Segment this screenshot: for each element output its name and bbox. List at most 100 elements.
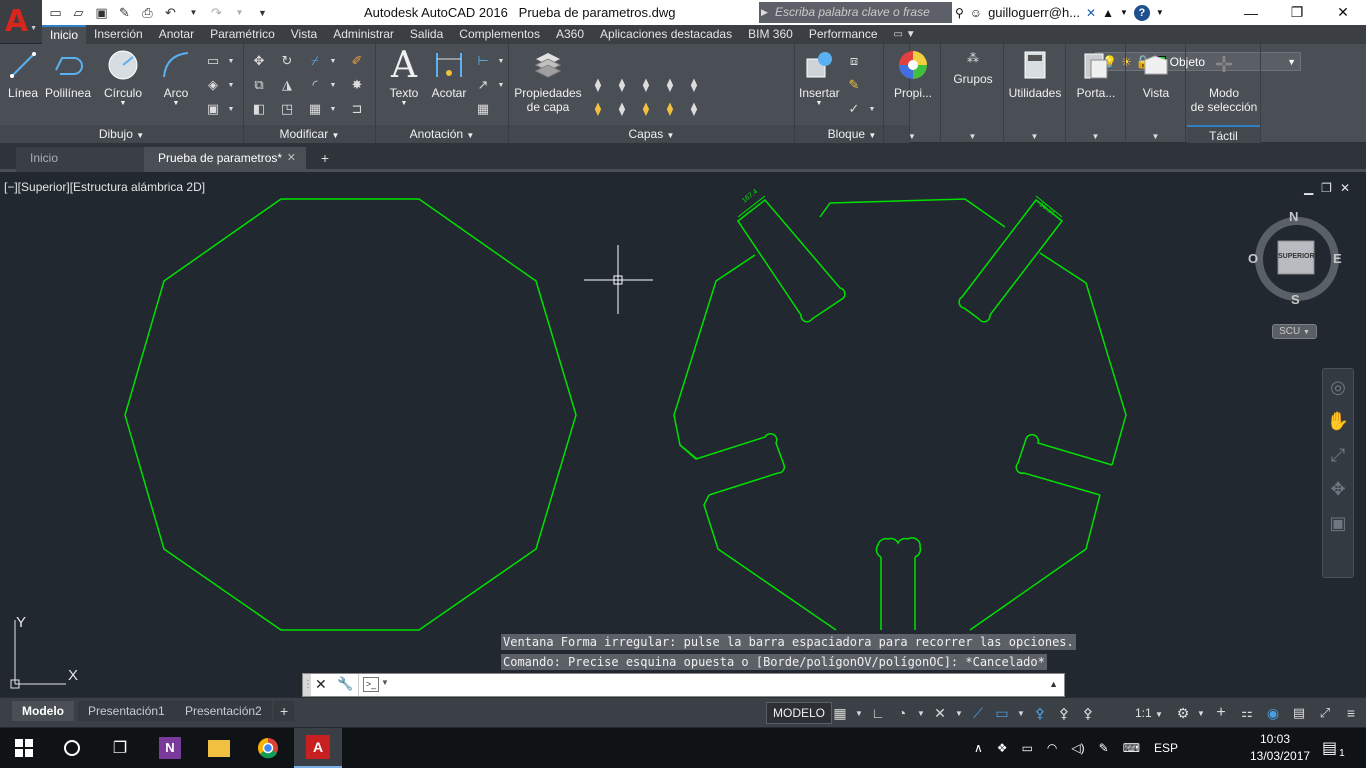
region-dropdown-icon[interactable]: ▼ [222,100,240,118]
recent-commands-dropdown-icon[interactable]: ▼ [381,678,389,687]
tab-complementos[interactable]: Complementos [451,25,548,44]
drawing-canvas[interactable] [0,175,1366,697]
layer-tool-1-icon[interactable]: ⧫ [589,76,607,94]
panel-label-modificar[interactable]: Modificar ▼ [244,125,375,143]
pen-icon[interactable]: ✎ [1099,741,1109,755]
new-tab-button[interactable]: + [314,147,336,172]
layer-tool-4-icon[interactable]: ⧫ [661,76,679,94]
help-dropdown-icon[interactable]: ▼ [1156,8,1164,17]
viewcube-north[interactable]: N [1289,209,1298,224]
hatch-icon[interactable]: ◈ [204,76,222,94]
annotation-visibility-icon[interactable]: ⚴ [1028,702,1052,724]
language-indicator[interactable]: ESP [1154,741,1178,755]
arc-button[interactable]: Arco ▼ [158,48,194,107]
panel-label-capas[interactable]: Capas ▼ [509,125,794,143]
command-history-toggle-icon[interactable]: ▲ [1049,679,1058,689]
chrome-button[interactable] [244,728,292,768]
rectangle-icon[interactable]: ▭ [204,52,222,70]
redo-icon[interactable]: ↷ [207,3,226,22]
autocad-taskbar-button[interactable]: A [294,728,342,768]
viewcube-face-top[interactable]: SUPERIOR [1278,253,1315,260]
table-icon[interactable]: ▦ [474,100,492,118]
battery-icon[interactable]: ▭ [1022,741,1033,755]
array-dropdown-icon[interactable]: ▼ [324,100,342,118]
erase-icon[interactable]: ✐ [348,52,366,70]
copy-icon[interactable]: ⧉ [250,76,268,94]
file-explorer-button[interactable] [195,728,243,768]
tab-a360[interactable]: A360 [548,25,592,44]
attribute-dropdown-icon[interactable]: ▼ [863,100,881,118]
workspace-gear-icon[interactable]: ⚙ [1172,702,1194,724]
clipboard-dropdown-icon[interactable]: ▼ [1066,132,1125,141]
search-input[interactable]: Escriba palabra clave o frase [770,2,952,23]
show-hidden-icons-icon[interactable]: ∧ [974,741,983,755]
lineweight-icon[interactable]: ⟋ [966,702,990,724]
drawing-viewport[interactable]: 167.4 16.34 [−][Superior][Estructura alá… [0,175,1366,697]
help-icon[interactable]: ? [1133,4,1150,21]
insert-block-button[interactable]: Insertar ▼ [799,48,840,107]
ucs-menu-button[interactable]: SCU ▼ [1272,324,1317,339]
grid-icon[interactable]: ▦ [828,702,852,724]
annotation-autoscale-icon[interactable]: ⚴ [1076,702,1100,724]
attribute-icon[interactable]: ✓ [845,100,863,118]
array-icon[interactable]: ▦ [306,100,324,118]
tab-inicio[interactable]: Inicio [42,25,87,44]
layer-tool-6-icon[interactable]: ⧫ [589,100,607,118]
move-icon[interactable]: ✥ [250,52,268,70]
layer-tool-10-icon[interactable]: ⧫ [685,100,703,118]
start-button[interactable] [0,728,48,768]
minimize-icon[interactable]: — [1228,0,1274,25]
search-button[interactable] [48,728,96,768]
tab-insercion[interactable]: Inserción [86,25,151,44]
wifi-icon[interactable]: ◠ [1047,741,1057,755]
command-prompt-icon[interactable]: >_ [363,677,379,692]
close-icon[interactable]: ✕ [1320,0,1366,25]
parametric-part-outline[interactable] [673,198,1127,631]
hardware-acceleration-icon[interactable]: ▤ [1286,702,1312,724]
restore-icon[interactable]: ❐ [1274,0,1320,25]
dropbox-icon[interactable]: ❖ [997,741,1008,755]
tab-bim360[interactable]: BIM 360 [740,25,801,44]
a360-icon[interactable]: ▲ [1102,6,1114,20]
action-center-button[interactable]: ▤ 1 [1322,728,1345,768]
layout-tab-modelo[interactable]: Modelo [12,701,74,721]
groups-button[interactable]: ⁂ Grupos [948,48,998,86]
save-as-icon[interactable]: ✎ [115,3,134,22]
slot-top-right[interactable] [958,198,1064,323]
layout-tab-presentacion2[interactable]: Presentación2 [175,701,272,721]
selection-cycling-icon[interactable]: ▭ [990,702,1014,724]
leader-icon[interactable]: ↗ [474,76,492,94]
slot-right[interactable] [1015,433,1113,496]
scale-icon[interactable]: ◳ [278,100,296,118]
binoculars-icon[interactable]: ⚲ [955,6,964,20]
viewcube[interactable]: N S E O SUPERIOR [1248,209,1343,307]
viewport-minimize-icon[interactable]: ▁ [1304,181,1313,195]
showmotion-icon[interactable]: ▣ [1323,513,1353,539]
panel-label-dibujo[interactable]: Dibujo ▼ [0,125,243,143]
annotation-monitor-icon[interactable]: + [1208,702,1234,724]
units-icon[interactable]: ⚏ [1234,702,1260,724]
utilities-button[interactable]: Utilidades [1006,48,1064,100]
pan-icon[interactable]: ✋ [1323,411,1353,437]
view-button[interactable]: Vista [1130,48,1182,100]
clipboard-button[interactable]: Porta... [1070,48,1122,100]
rotate-icon[interactable]: ↻ [278,52,296,70]
linear-dim-dropdown-icon[interactable]: ▼ [492,52,510,70]
groups-dropdown-icon[interactable]: ▼ [942,132,1003,141]
layer-tool-8-icon[interactable]: ⧫ [637,100,655,118]
layer-tool-7-icon[interactable]: ⧫ [613,100,631,118]
task-view-button[interactable]: ❐ [96,728,144,768]
selection-mode-button[interactable]: ✛ Modo de selección [1189,48,1259,114]
ribbon-toggle-icon[interactable]: ▭ ▼ [894,25,916,44]
properties-button[interactable]: Propi... [888,48,938,100]
slot-bottom[interactable] [875,537,922,558]
viewport-close-icon[interactable]: ✕ [1340,181,1350,195]
viewport-restore-icon[interactable]: ❐ [1321,181,1332,195]
layer-properties-button[interactable]: Propiedades de capa [513,48,583,114]
orbit-icon[interactable]: ✥ [1323,479,1353,505]
view-dropdown-icon[interactable]: ▼ [1126,132,1185,141]
region-icon[interactable]: ▣ [204,100,222,118]
file-tab-inicio[interactable]: Inicio [16,147,144,172]
viewport-label[interactable]: [−][Superior][Estructura alámbrica 2D] [4,180,205,194]
clock[interactable]: 10:03 13/03/2017 [1250,731,1310,765]
